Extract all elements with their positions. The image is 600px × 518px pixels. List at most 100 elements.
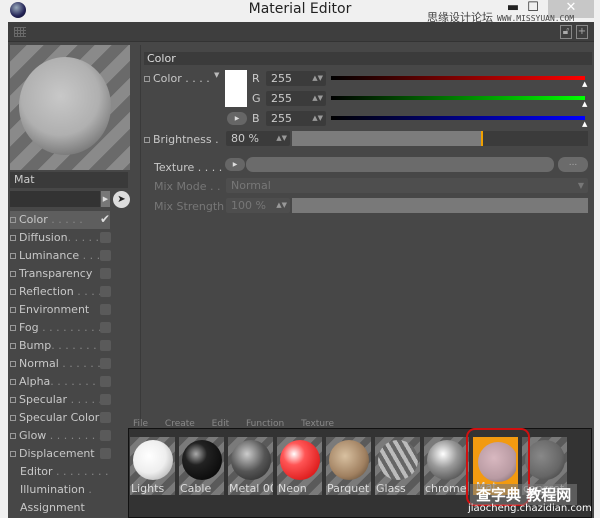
channel-alpha[interactable]: Alpha. . . . . . . . [10,373,110,391]
g-label: G [252,92,261,105]
keyframe-icon[interactable] [10,451,16,457]
channel-diffusion[interactable]: Diffusion. . . . . [10,229,110,247]
spinner-icon[interactable]: ▲▼ [312,91,323,106]
material-preview[interactable] [10,45,130,170]
keyframe-icon[interactable] [10,217,16,223]
channel-fog[interactable]: Fog . . . . . . . . . [10,319,110,337]
spinner-icon[interactable]: ▲▼ [312,111,323,126]
channel-dots: . . . . . . . . [52,465,109,478]
grip-icon[interactable] [14,27,26,37]
spinner-icon[interactable]: ▲▼ [276,131,287,146]
keyframe-icon[interactable] [10,343,16,349]
chevron-down-icon: ▼ [577,181,584,190]
brightness-slider[interactable] [292,131,588,146]
material-thumb[interactable]: chrome [424,437,469,495]
channel-assignment[interactable]: Assignment [10,499,110,517]
channel-environment[interactable]: Environment [10,301,110,319]
keyframe-icon[interactable] [144,137,150,143]
channel-specular-color[interactable]: Specular Color [10,409,110,427]
channel-checkbox[interactable] [100,376,111,387]
r-input[interactable]: 255 ▲▼ [266,71,326,86]
b-value: 255 [271,112,292,125]
keyframe-icon[interactable] [10,379,16,385]
keyframe-icon[interactable] [10,361,16,367]
slider-handle-icon[interactable]: ▲ [582,80,587,88]
material-thumb[interactable]: Parquet [326,437,371,495]
g-slider[interactable] [331,96,585,100]
channel-checkbox[interactable] [100,340,111,351]
material-thumb[interactable]: Lights [130,437,175,495]
play-arrow-icon[interactable]: ▶ [101,191,110,207]
material-ball [378,440,418,480]
spinner-icon[interactable]: ▲▼ [312,71,323,86]
material-label: Neon [278,482,307,495]
b-input[interactable]: 255 ▲▼ [266,111,326,126]
picker-icon[interactable]: ➤ [113,191,130,208]
channel-label: Illumination [20,483,85,496]
color-swatch[interactable] [225,70,247,107]
new-window-icon[interactable]: + [576,25,588,39]
mix-strength-slider[interactable] [292,198,588,213]
channel-bump[interactable]: Bump. . . . . . . . [10,337,110,355]
channel-glow[interactable]: Glow . . . . . . . . . [10,427,110,445]
slider-handle-icon[interactable]: ▲ [582,120,587,128]
keyframe-icon[interactable] [10,415,16,421]
channel-displacement[interactable]: Displacement [10,445,110,463]
slider-handle-icon[interactable]: ▲ [582,100,587,108]
material-thumb[interactable]: Glass [375,437,420,495]
keyframe-icon[interactable] [10,289,16,295]
lock-icon[interactable]: 🔓︎ [560,25,572,39]
r-slider[interactable] [331,76,585,80]
texture-menu-button[interactable]: ▶ [225,158,245,171]
b-slider[interactable] [331,116,585,120]
channel-checkbox[interactable]: ✔ [100,213,111,225]
texture-label: Texture . . . . [154,161,223,174]
material-name-field[interactable]: Mat [10,172,128,188]
channel-specular[interactable]: Specular . . . . . . [10,391,110,409]
channel-checkbox[interactable] [100,304,111,315]
channel-checkbox[interactable] [100,322,111,333]
channel-editor[interactable]: Editor . . . . . . . . [10,463,110,481]
keyframe-icon[interactable] [10,433,16,439]
material-label: Metal 00 [229,482,273,495]
channel-normal[interactable]: Normal . . . . . . . [10,355,110,373]
channel-checkbox[interactable] [100,412,111,423]
texture-browse-button[interactable]: ... [558,157,588,172]
spinner-icon[interactable]: ▲▼ [276,198,287,213]
color-mode-button[interactable]: ▶ [227,112,247,125]
material-search-input[interactable] [10,191,100,207]
keyframe-icon[interactable] [10,307,16,313]
channel-checkbox[interactable] [100,358,111,369]
channel-reflection[interactable]: Reflection . . . . [10,283,110,301]
keyframe-icon[interactable] [144,76,150,82]
channel-transparency[interactable]: Transparency [10,265,110,283]
slider-handle[interactable] [481,131,484,146]
channel-checkbox[interactable] [100,286,111,297]
channel-checkbox[interactable] [100,394,111,405]
channel-luminance[interactable]: Luminance . . . . [10,247,110,265]
keyframe-icon[interactable] [10,397,16,403]
mix-strength-input[interactable]: 100 % ▲▼ [226,198,290,213]
keyframe-icon[interactable] [10,253,16,259]
keyframe-icon[interactable] [10,325,16,331]
mix-mode-dropdown[interactable]: Normal ▼ [226,178,588,193]
caret-down-icon[interactable]: ▼ [214,71,219,79]
channel-label: Luminance [19,249,80,262]
browser-menu[interactable]: File Create Edit Function Texture [133,419,334,428]
channel-checkbox[interactable] [100,232,111,243]
channel-checkbox[interactable] [100,250,111,261]
channel-checkbox[interactable] [100,448,111,459]
channel-checkbox[interactable] [100,430,111,441]
material-thumb[interactable]: Neon [277,437,322,495]
material-thumb[interactable]: Metal 00 [228,437,273,495]
keyframe-icon[interactable] [10,235,16,241]
brightness-input[interactable]: 80 % ▲▼ [226,131,290,146]
texture-slot[interactable] [246,157,554,172]
channel-color[interactable]: Color . . . . . [10,211,110,229]
b-label: B [252,112,260,125]
g-input[interactable]: 255 ▲▼ [266,91,326,106]
channel-checkbox[interactable] [100,268,111,279]
material-thumb[interactable]: Cable [179,437,224,495]
channel-illumination[interactable]: Illumination . [10,481,110,499]
keyframe-icon[interactable] [10,271,16,277]
